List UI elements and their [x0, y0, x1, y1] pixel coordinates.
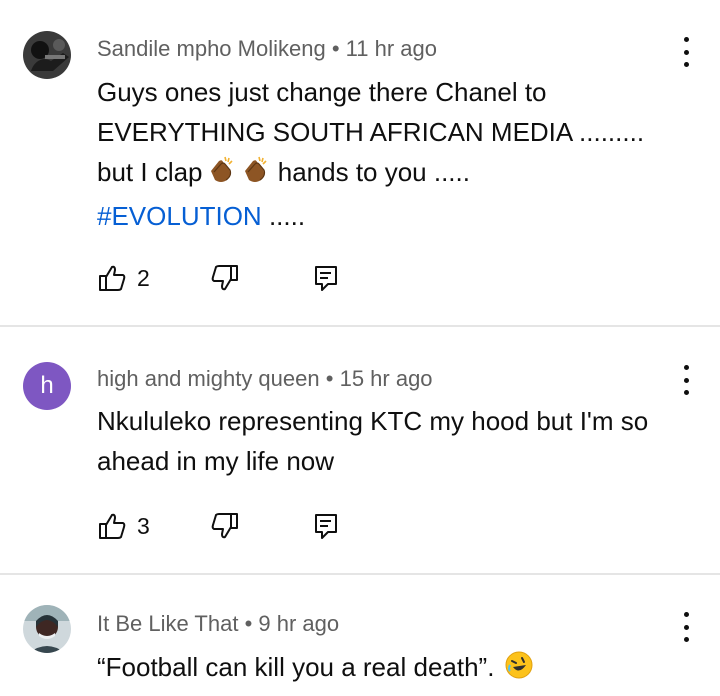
- timestamp: 11 hr ago: [345, 36, 437, 61]
- comment-meta: Sandile mpho Molikeng • 11 hr ago: [97, 36, 437, 61]
- dislike-icon[interactable]: [210, 511, 240, 546]
- like-count: 2: [137, 265, 150, 291]
- comment-meta: It Be Like That • 9 hr ago: [97, 611, 340, 636]
- comment-3: It Be Like That • 9 hr ago “Football can…: [0, 575, 720, 696]
- avatar[interactable]: [23, 605, 71, 653]
- author-name[interactable]: high and mighty queen: [97, 366, 320, 391]
- dislike-icon[interactable]: [210, 263, 240, 298]
- avatar[interactable]: [23, 31, 71, 79]
- reply-icon[interactable]: [311, 263, 341, 298]
- like-icon[interactable]: [97, 511, 127, 546]
- comment-2: h high and mighty queen • 15 hr ago Nkul…: [0, 327, 720, 573]
- more-icon[interactable]: [676, 612, 696, 642]
- comment-actions: 3: [97, 511, 357, 545]
- like-icon[interactable]: [97, 263, 127, 298]
- clapping-hands-emoji: [239, 155, 269, 196]
- timestamp: 15 hr ago: [339, 366, 433, 391]
- comment-text: “Football can kill you a real death”.: [97, 647, 697, 691]
- rolling-laughing-emoji: [504, 650, 534, 691]
- comment-meta: high and mighty queen • 15 hr ago: [97, 366, 433, 391]
- clapping-hands-emoji: [205, 155, 235, 196]
- author-name[interactable]: Sandile mpho Molikeng: [97, 36, 326, 61]
- hashtag-link[interactable]: #EVOLUTION: [97, 201, 262, 231]
- author-name[interactable]: It Be Like That: [97, 611, 238, 636]
- comment-1: Sandile mpho Molikeng • 11 hr ago Guys o…: [0, 0, 720, 326]
- comment-text: Nkululeko representing KTC my hood but I…: [97, 406, 649, 476]
- timestamp: 9 hr ago: [258, 611, 340, 636]
- comment-actions: 2: [97, 263, 357, 297]
- reply-icon[interactable]: [311, 511, 341, 546]
- more-icon[interactable]: [676, 37, 696, 67]
- avatar[interactable]: h: [23, 362, 71, 410]
- avatar-letter: h: [40, 372, 54, 399]
- comment-text: Guys ones just change there Chanel to EV…: [97, 77, 645, 231]
- like-count: 3: [137, 513, 150, 539]
- more-icon[interactable]: [676, 365, 696, 395]
